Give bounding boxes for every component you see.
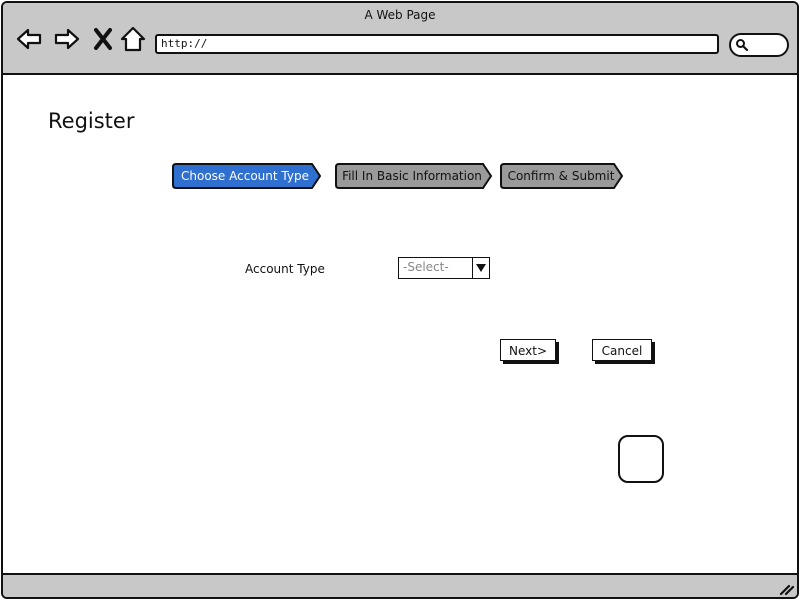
rounded-square-placeholder (618, 435, 664, 483)
wizard-step-fill-in-basic-information[interactable]: Fill In Basic Information (335, 163, 493, 189)
status-bar (3, 573, 797, 597)
cancel-button[interactable]: Cancel (592, 339, 652, 361)
dropdown-arrow[interactable] (472, 258, 489, 278)
page-title: Register (48, 109, 135, 133)
search-box[interactable] (729, 33, 789, 57)
wizard-step-choose-account-type[interactable]: Choose Account Type (172, 163, 322, 189)
address-bar[interactable]: http:// (155, 34, 719, 54)
search-icon (736, 39, 749, 52)
resize-grip-icon[interactable] (779, 581, 795, 595)
account-type-label: Account Type (245, 262, 325, 276)
chevron-down-icon (476, 264, 486, 272)
window-title: A Web Page (364, 8, 436, 22)
account-type-select-value: -Select- (403, 260, 449, 274)
wizard-step-label: Fill In Basic Information (342, 169, 482, 183)
browser-window: A Web Page http:// Register Choose Accou… (1, 1, 799, 599)
close-x-icon[interactable] (91, 25, 119, 53)
wizard-step-label: Choose Account Type (181, 169, 309, 183)
wizard-step-confirm-submit[interactable]: Confirm & Submit (500, 163, 624, 189)
account-type-select[interactable]: -Select- (398, 257, 490, 279)
forward-arrow-icon[interactable] (53, 25, 81, 53)
next-button[interactable]: Next> (500, 339, 556, 361)
back-arrow-icon[interactable] (15, 25, 43, 53)
home-icon[interactable] (119, 25, 147, 53)
browser-toolbar: A Web Page http:// (3, 3, 797, 75)
wizard-step-label: Confirm & Submit (507, 169, 615, 183)
